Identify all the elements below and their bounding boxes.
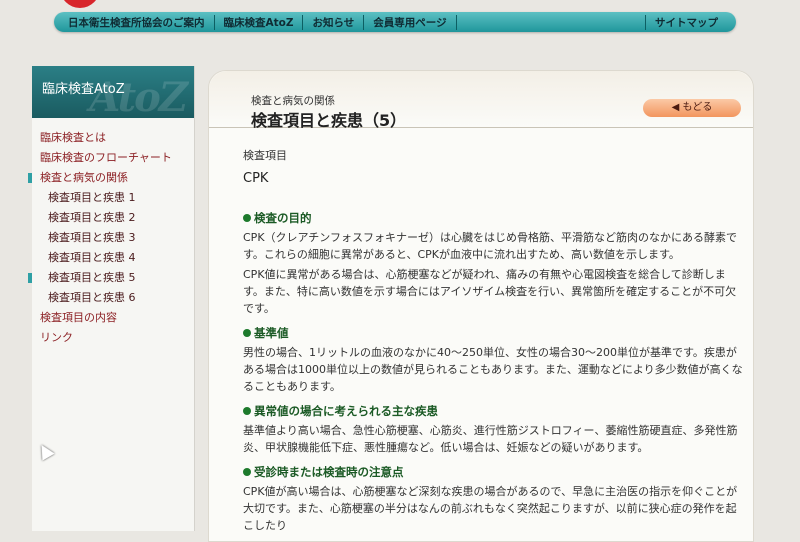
bullet-icon	[243, 329, 251, 337]
paragraph-purpose-1: CPK（クレアチンフォスフォキナーゼ）は心臓をはじめ骨格筋、平滑筋など筋肉のなか…	[243, 231, 737, 261]
sidebar-item-links[interactable]: リンク	[32, 328, 194, 348]
content-panel: 検査と病気の関係 検査項目と疾患（5） ◀ もどる 検査項目 CPK 検査の目的…	[208, 70, 754, 542]
section-heading-precautions: 受診時または検査時の注意点	[243, 464, 743, 480]
sidebar-item-flowchart[interactable]: 臨床検査のフローチャート	[32, 148, 194, 168]
nav-item-sitemap[interactable]: サイトマップ	[645, 14, 736, 30]
site-logo[interactable]	[60, 0, 100, 8]
top-navigation: 日本衛生検査所協会のご案内 臨床検査AtoZ お知らせ 会員専用ページ サイトマ…	[54, 12, 736, 32]
content-body: 検査項目 CPK 検査の目的 CPK（クレアチンフォスフォキナーゼ）は心臓をはじ…	[243, 147, 743, 534]
sidebar-title: 臨床検査AtoZ	[42, 82, 125, 97]
nav-item-news[interactable]: お知らせ	[303, 14, 365, 30]
sidebar-item-disease-1[interactable]: 検査項目と疾患 1	[32, 188, 194, 208]
bullet-icon	[243, 468, 251, 476]
section-heading-diseases: 異常値の場合に考えられる主な疾患	[243, 403, 743, 419]
sidebar-item-test-contents[interactable]: 検査項目の内容	[32, 308, 194, 328]
sidebar-item-disease-6[interactable]: 検査項目と疾患 6	[32, 288, 194, 308]
nav-item-atoz[interactable]: 臨床検査AtoZ	[215, 14, 304, 30]
content-header: 検査と病気の関係 検査項目と疾患（5） ◀ もどる	[209, 71, 753, 130]
section-heading-reference-values: 基準値	[243, 325, 743, 341]
sidebar-item-tests-and-diseases[interactable]: 検査と病気の関係	[28, 168, 194, 188]
item-name: CPK	[243, 171, 269, 186]
paragraph-reference-values: 男性の場合、1リットルの血液のなかに40～250単位、女性の場合30～200単位…	[243, 346, 743, 393]
paragraph-precautions: CPK値が高い場合は、心筋梗塞など深刻な疾患の場合があるので、早急に主治医の指示…	[243, 485, 738, 532]
sidebar-item-disease-4[interactable]: 検査項目と疾患 4	[32, 248, 194, 268]
sidebar-item-about-lab-tests[interactable]: 臨床検査とは	[32, 128, 194, 148]
item-label: 検査項目	[243, 149, 287, 162]
paragraph-purpose-2: CPK値に異常がある場合は、心筋梗塞などが疑われ、痛みの有無や心電図検査を総合し…	[243, 268, 737, 315]
sidebar-item-disease-3[interactable]: 検査項目と疾患 3	[32, 228, 194, 248]
back-button[interactable]: ◀ もどる	[643, 99, 741, 117]
section-heading-purpose: 検査の目的	[243, 210, 743, 226]
paragraph-diseases: 基準値より高い場合、急性心筋梗塞、心筋炎、進行性筋ジストロフィー、萎縮性筋硬直症…	[243, 424, 738, 454]
sidebar-item-disease-5[interactable]: 検査項目と疾患 5	[28, 268, 194, 288]
sidebar-item-disease-2[interactable]: 検査項目と疾患 2	[32, 208, 194, 228]
nav-item-about[interactable]: 日本衛生検査所協会のご案内	[54, 14, 215, 30]
bullet-icon	[243, 214, 251, 222]
sidebar: AtoZ 臨床検査AtoZ 臨床検査とは 臨床検査のフローチャート 検査と病気の…	[28, 66, 195, 531]
bullet-icon	[243, 407, 251, 415]
page-title: 検査項目と疾患（5）	[251, 111, 407, 130]
sidebar-header: AtoZ 臨床検査AtoZ	[32, 66, 194, 118]
nav-item-members[interactable]: 会員専用ページ	[364, 14, 457, 30]
breadcrumb: 検査と病気の関係	[251, 95, 335, 107]
